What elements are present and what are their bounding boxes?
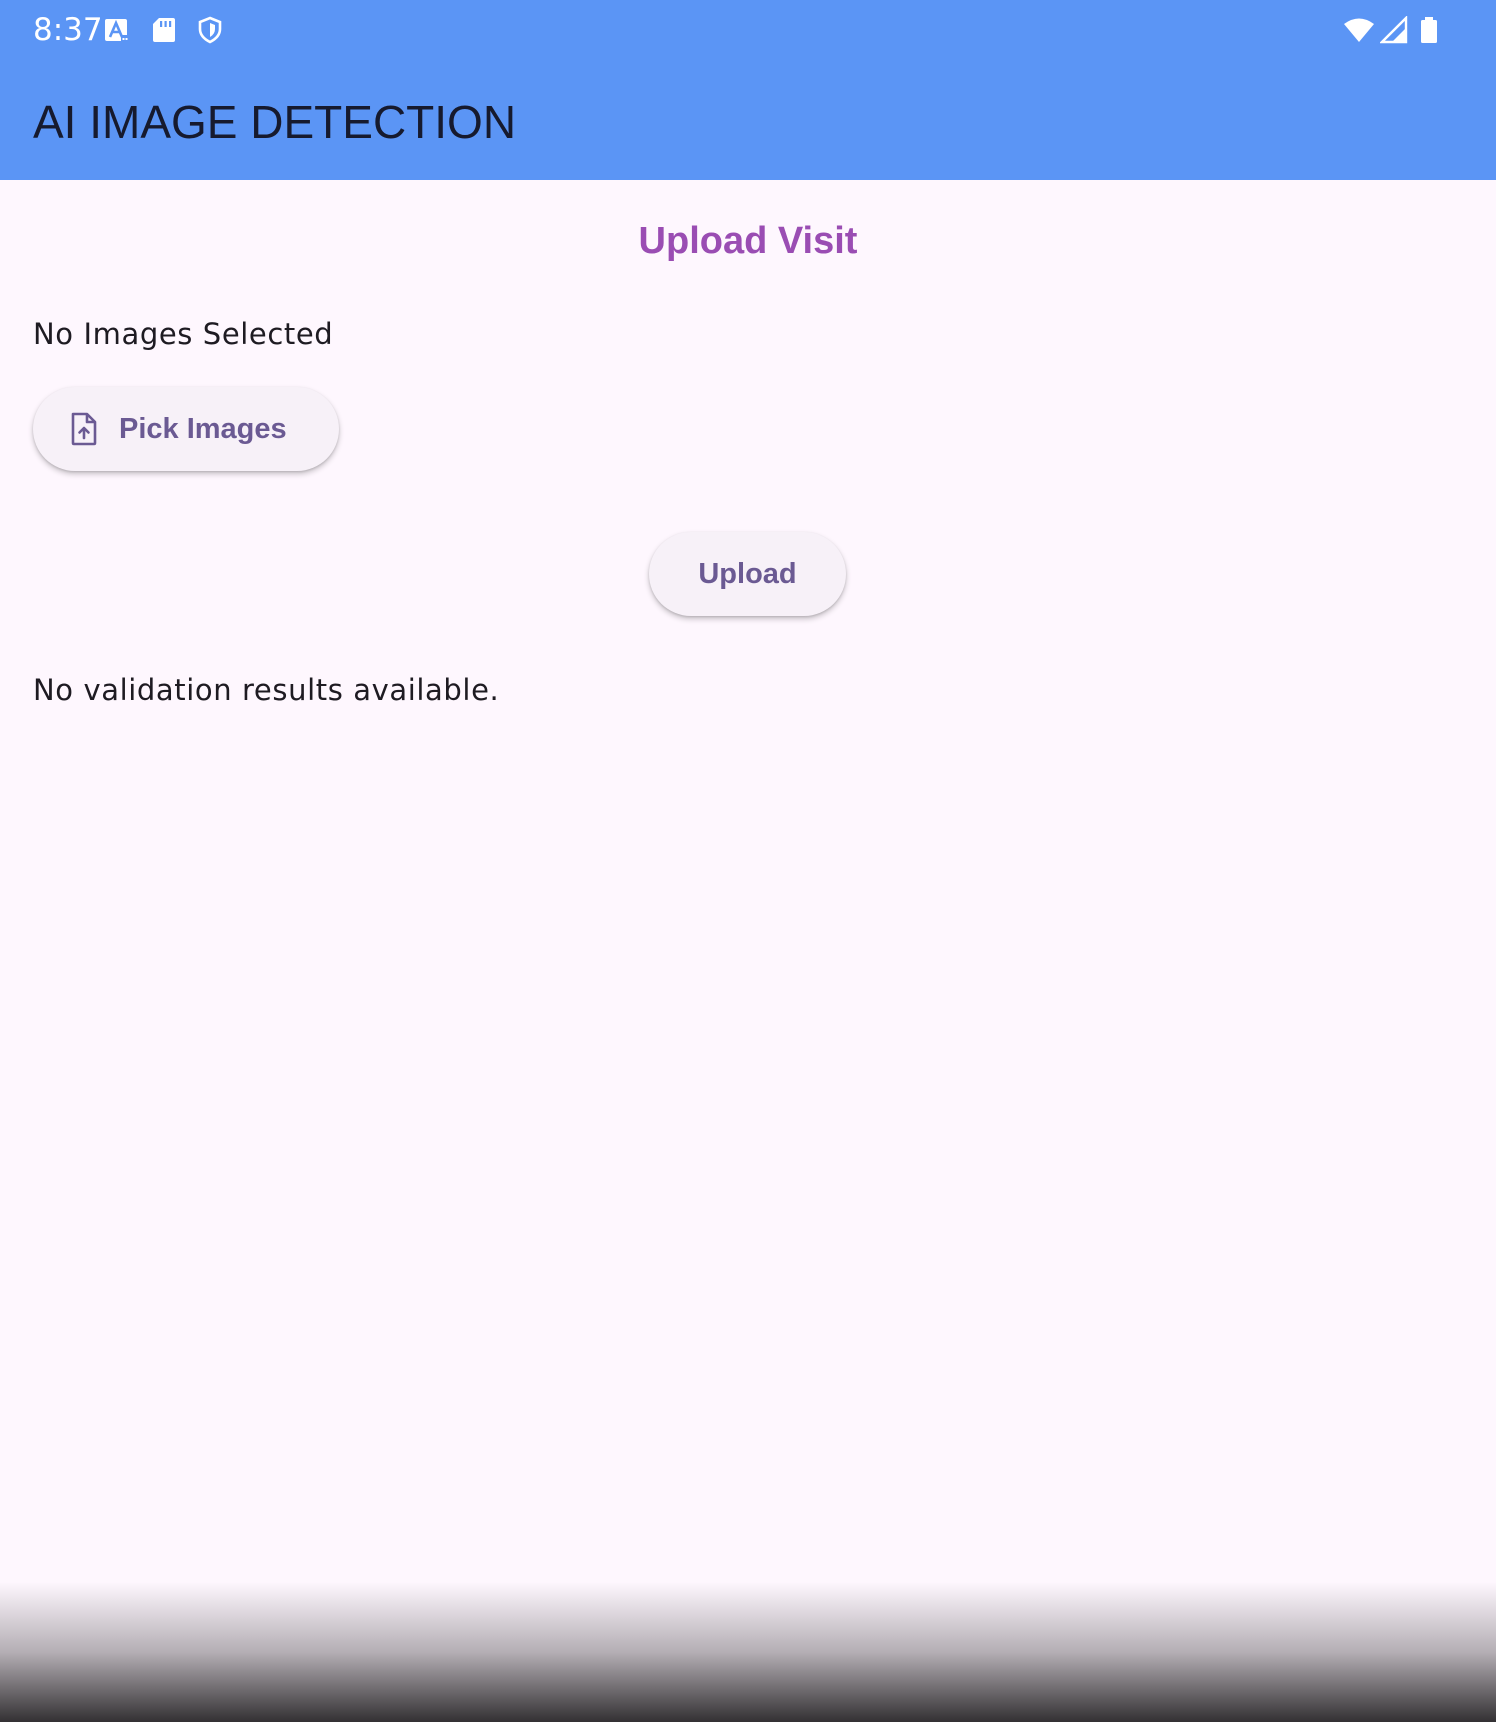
wifi-icon (1344, 18, 1374, 42)
validation-results-text: No validation results available. (33, 673, 500, 707)
file-upload-icon (71, 412, 97, 446)
shield-icon (198, 16, 222, 44)
status-time: 8:37 (33, 12, 103, 48)
app-title: AI IMAGE DETECTION (33, 96, 517, 148)
bottom-gesture-shade (0, 1582, 1496, 1722)
upload-label: Upload (698, 558, 797, 590)
a-notification-icon (105, 19, 129, 42)
signal-icon (1380, 16, 1408, 44)
status-bar: 8:37 (0, 0, 1496, 62)
images-status-text: No Images Selected (33, 317, 334, 351)
upload-button[interactable]: Upload (649, 532, 846, 616)
app-bar: AI IMAGE DETECTION (0, 62, 1496, 180)
battery-icon (1421, 17, 1437, 43)
page-heading: Upload Visit (638, 220, 858, 262)
sd-card-icon (153, 18, 175, 42)
pick-images-label: Pick Images (119, 413, 287, 445)
pick-images-button[interactable]: Pick Images (33, 387, 339, 471)
